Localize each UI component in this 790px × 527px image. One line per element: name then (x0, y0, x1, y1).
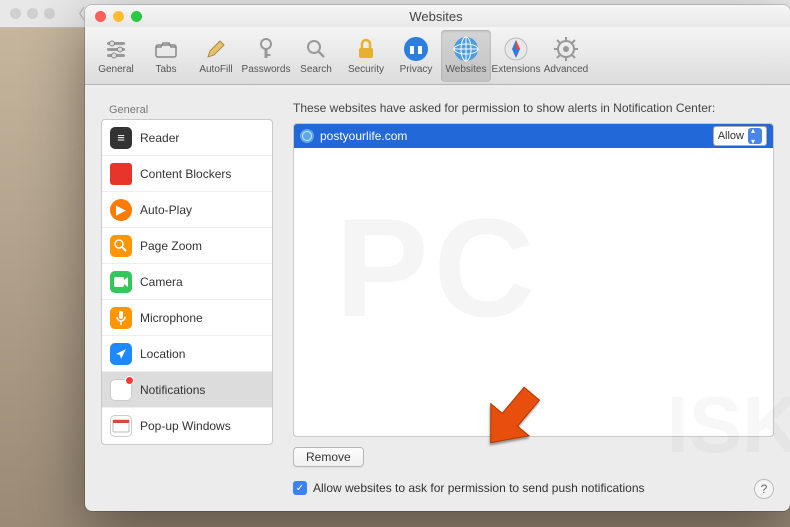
compass-icon (503, 36, 529, 62)
sidebar-item-notifications[interactable]: Notifications (102, 372, 272, 408)
preferences-toolbar: General Tabs AutoFill Passwords Search S… (85, 27, 790, 85)
sidebar-item-label: Notifications (140, 383, 205, 397)
sidebar-item-popup-windows[interactable]: Pop-up Windows (102, 408, 272, 444)
camera-icon (110, 271, 132, 293)
sidebar-item-label: Location (140, 347, 185, 361)
sidebar-item-reader[interactable]: ≡ Reader (102, 120, 272, 156)
sidebar-item-autoplay[interactable]: ▶ Auto-Play (102, 192, 272, 228)
privacy-icon (403, 36, 429, 62)
tab-passwords[interactable]: Passwords (241, 30, 291, 82)
tab-security[interactable]: Security (341, 30, 391, 82)
sidebar: General ≡ Reader Content Blockers ▶ Auto… (101, 101, 273, 495)
sidebar-item-page-zoom[interactable]: Page Zoom (102, 228, 272, 264)
sidebar-item-label: Page Zoom (140, 239, 202, 253)
stop-icon (110, 163, 132, 185)
zoom-icon (110, 235, 132, 257)
browser-dot (44, 8, 55, 19)
tab-extensions[interactable]: Extensions (491, 30, 541, 82)
preferences-window: PC ISK Websites General Tabs AutoFill Pa… (85, 5, 790, 511)
microphone-icon (110, 307, 132, 329)
window-title: Websites (92, 9, 780, 24)
browser-dot (27, 8, 38, 19)
instruction-text: These websites have asked for permission… (293, 101, 774, 115)
tab-privacy[interactable]: Privacy (391, 30, 441, 82)
back-icon[interactable]: 〈 (71, 4, 85, 24)
search-icon (303, 36, 329, 62)
main-panel: These websites have asked for permission… (293, 101, 774, 495)
globe-icon (300, 129, 314, 143)
sidebar-item-microphone[interactable]: Microphone (102, 300, 272, 336)
remove-button[interactable]: Remove (293, 447, 364, 467)
stepper-icon (748, 128, 762, 144)
tabs-icon (153, 36, 179, 62)
pencil-icon (203, 36, 229, 62)
sidebar-item-label: Content Blockers (140, 167, 231, 181)
window-icon (110, 415, 132, 437)
play-icon: ▶ (110, 199, 132, 221)
website-list[interactable]: postyourlife.com Allow (293, 123, 774, 437)
sidebar-item-location[interactable]: Location (102, 336, 272, 372)
key-icon (253, 36, 279, 62)
sidebar-item-label: Camera (140, 275, 183, 289)
sidebar-item-label: Auto-Play (140, 203, 192, 217)
sidebar-item-label: Microphone (140, 311, 203, 325)
globe-icon (453, 36, 479, 62)
location-icon (110, 343, 132, 365)
allow-checkbox[interactable]: ✓ (293, 481, 307, 495)
sidebar-header: General (101, 101, 273, 119)
reader-icon: ≡ (110, 127, 132, 149)
sidebar-item-label: Pop-up Windows (140, 419, 231, 433)
tab-general[interactable]: General (91, 30, 141, 82)
notification-badge (125, 376, 134, 385)
tab-advanced[interactable]: Advanced (541, 30, 591, 82)
permission-select[interactable]: Allow (713, 126, 767, 146)
gear-icon (553, 36, 579, 62)
switches-icon (103, 36, 129, 62)
sidebar-item-content-blockers[interactable]: Content Blockers (102, 156, 272, 192)
help-button[interactable]: ? (754, 479, 774, 499)
tab-search[interactable]: Search (291, 30, 341, 82)
sidebar-item-label: Reader (140, 131, 179, 145)
titlebar: Websites (85, 5, 790, 27)
sidebar-item-camera[interactable]: Camera (102, 264, 272, 300)
tab-websites[interactable]: Websites (441, 30, 491, 82)
lock-icon (353, 36, 379, 62)
website-row[interactable]: postyourlife.com Allow (294, 124, 773, 148)
tab-tabs[interactable]: Tabs (141, 30, 191, 82)
tab-autofill[interactable]: AutoFill (191, 30, 241, 82)
website-name: postyourlife.com (320, 129, 713, 143)
browser-dot (10, 8, 21, 19)
checkbox-label: Allow websites to ask for permission to … (313, 481, 645, 495)
